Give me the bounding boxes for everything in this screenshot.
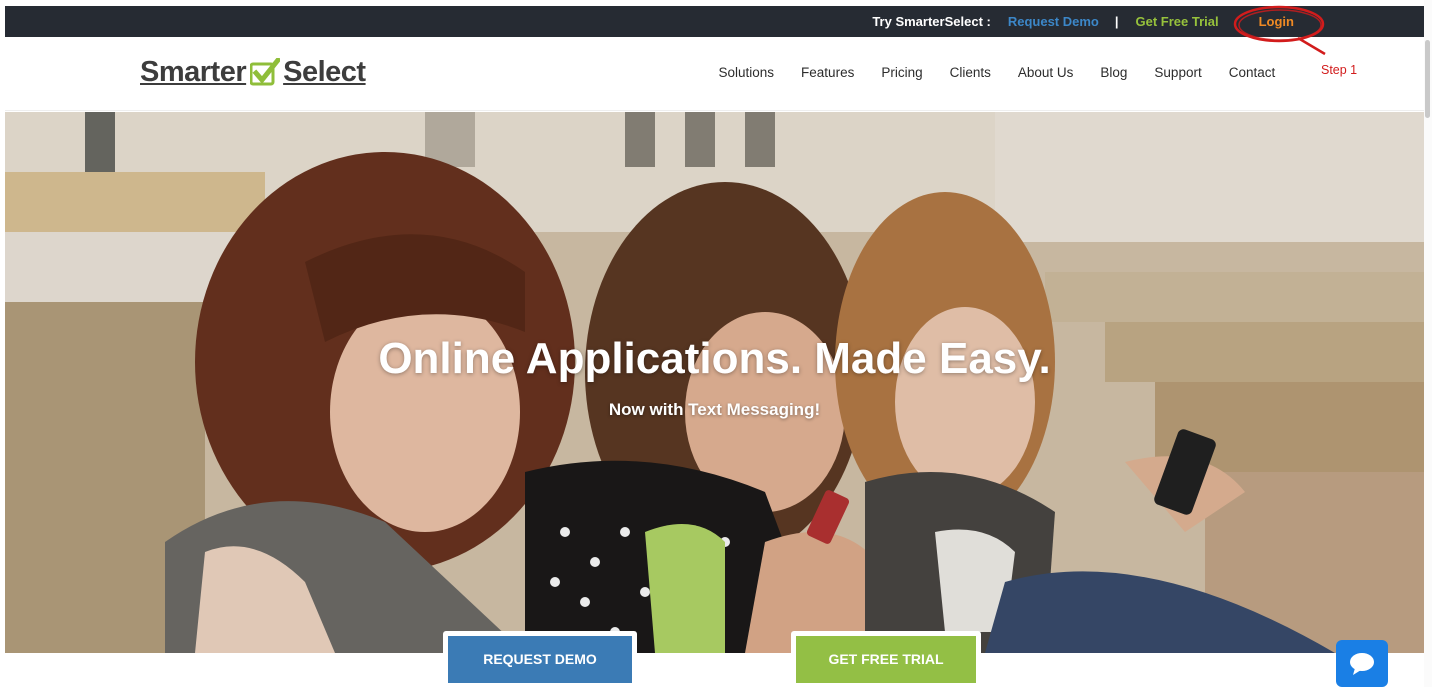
nav-item-clients[interactable]: Clients xyxy=(950,65,991,80)
get-free-trial-link[interactable]: Get Free Trial xyxy=(1136,14,1219,29)
nav-item-about-us[interactable]: About Us xyxy=(1018,65,1074,80)
hero-banner: Online Applications. Made Easy. Now with… xyxy=(5,112,1424,653)
try-smarterselect-label: Try SmarterSelect : xyxy=(872,14,991,29)
chat-bubble-icon xyxy=(1350,652,1374,675)
hero-title: Online Applications. Made Easy. xyxy=(378,334,1051,383)
request-demo-button[interactable]: REQUEST DEMO xyxy=(448,636,632,683)
site-header: Smarter Select Solutions Features Pricin… xyxy=(5,37,1424,111)
hero-subtitle: Now with Text Messaging! xyxy=(608,400,821,419)
checkbox-check-icon xyxy=(249,56,282,86)
nav-item-solutions[interactable]: Solutions xyxy=(719,65,775,80)
nav-item-features[interactable]: Features xyxy=(801,65,854,80)
logo-text-smarter: Smarter xyxy=(140,55,247,88)
annotation-step-label: Step 1 xyxy=(1321,63,1358,77)
main-navigation: Solutions Features Pricing Clients About… xyxy=(705,65,1289,80)
page-scrollbar-thumb[interactable] xyxy=(1425,40,1430,118)
top-utility-bar: Try SmarterSelect : Request Demo | Get F… xyxy=(5,6,1424,37)
free-trial-button-frame: GET FREE TRIAL xyxy=(791,631,981,683)
request-demo-button-frame: REQUEST DEMO xyxy=(443,631,637,683)
nav-item-blog[interactable]: Blog xyxy=(1100,65,1127,80)
topbar-separator: | xyxy=(1114,14,1119,29)
smarterselect-logo[interactable]: Smarter Select xyxy=(140,55,366,89)
get-free-trial-button[interactable]: GET FREE TRIAL xyxy=(796,636,976,683)
nav-item-contact[interactable]: Contact xyxy=(1229,65,1276,80)
logo-text-select: Select xyxy=(283,55,366,88)
annotation-circle-marker xyxy=(1233,5,1326,56)
chat-widget-button[interactable] xyxy=(1336,640,1388,687)
nav-item-support[interactable]: Support xyxy=(1154,65,1201,80)
request-demo-link[interactable]: Request Demo xyxy=(1008,14,1099,29)
nav-item-pricing[interactable]: Pricing xyxy=(881,65,922,80)
